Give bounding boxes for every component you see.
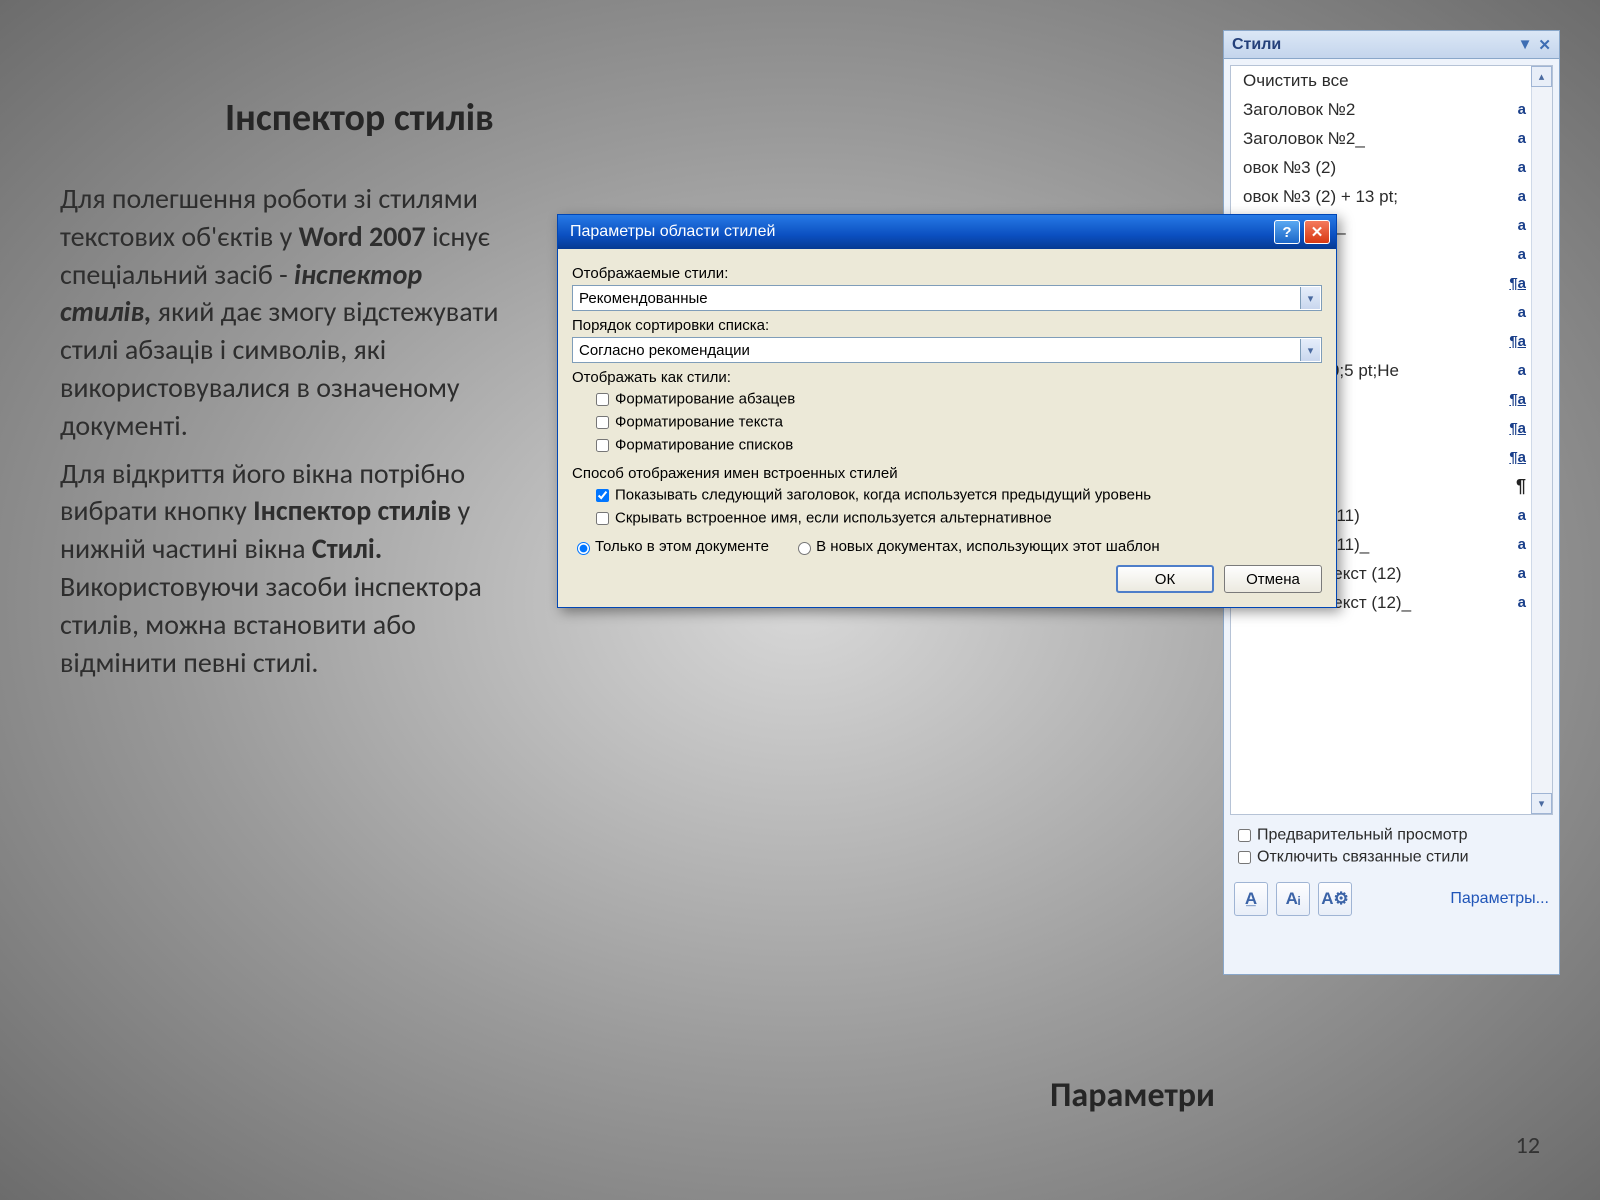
style-type-icon: ¶a	[1502, 333, 1526, 350]
parameters-label: Параметри	[1050, 1075, 1215, 1116]
style-area-options-dialog: Параметры области стилей ? ✕ Отображаемы…	[557, 214, 1337, 608]
para-formatting-label: Форматирование абзацев	[615, 390, 795, 407]
dialog-body: Отображаемые стили: Рекомендованные ▾ По…	[558, 249, 1336, 607]
style-type-icon: ¶a	[1502, 391, 1526, 408]
style-type-icon: a	[1502, 507, 1526, 524]
styles-pane-title-bar[interactable]: Стили ▼ ✕	[1224, 31, 1559, 59]
text-formatting-label: Форматирование текста	[615, 413, 783, 430]
style-item-label: Заголовок №2	[1243, 100, 1502, 120]
ok-button[interactable]: ОК	[1116, 565, 1214, 593]
style-type-icon: a	[1502, 362, 1526, 379]
close-button[interactable]: ✕	[1304, 220, 1330, 244]
style-list-item[interactable]: овок №3 (2)a	[1231, 153, 1552, 182]
p1b: Word 2007	[299, 219, 426, 254]
preview-checkbox-label: Предварительный просмотр	[1257, 827, 1467, 844]
style-type-icon: ¶a	[1502, 275, 1526, 292]
dialog-title-bar[interactable]: Параметры области стилей ? ✕	[558, 215, 1336, 249]
slide-title: Інспектор стилів	[225, 95, 494, 141]
style-list-item[interactable]: Заголовок №2a	[1231, 95, 1552, 124]
show-as-styles-label: Отображать как стили:	[572, 369, 1322, 386]
style-type-icon: a	[1502, 217, 1526, 234]
preview-checkbox[interactable]: Предварительный просмотр	[1234, 826, 1549, 845]
style-type-icon: a	[1502, 101, 1526, 118]
style-item-label: Очистить все	[1243, 71, 1526, 91]
help-button[interactable]: ?	[1274, 220, 1300, 244]
styles-pane-title: Стили	[1232, 36, 1281, 54]
this-document-radio[interactable]: Только в этом документе	[572, 538, 769, 555]
style-type-icon: ¶a	[1502, 420, 1526, 437]
para-formatting-checkbox[interactable]: Форматирование абзацев	[592, 390, 1322, 409]
style-item-label: овок №3 (2)	[1243, 158, 1502, 178]
builtin-names-label: Способ отображения имен встроенных стиле…	[572, 465, 1322, 482]
styles-pane-footer: Предварительный просмотр Отключить связа…	[1224, 815, 1559, 876]
cancel-button[interactable]: Отмена	[1224, 565, 1322, 593]
list-formatting-checkbox[interactable]: Форматирование списков	[592, 436, 1322, 455]
style-type-icon: a	[1502, 130, 1526, 147]
style-item-label: овок №3 (2) + 13 pt;	[1243, 187, 1502, 207]
options-link[interactable]: Параметры...	[1450, 890, 1549, 908]
style-list-item[interactable]: Заголовок №2_a	[1231, 124, 1552, 153]
chevron-down-icon: ▾	[1300, 287, 1320, 309]
show-styles-value: Рекомендованные	[579, 290, 708, 307]
this-document-radio-label: Только в этом документе	[595, 538, 769, 555]
slide-body: Для полегшення роботи зі стилями текстов…	[60, 180, 510, 681]
sort-order-label: Порядок сортировки списка:	[572, 317, 1322, 334]
sort-order-select[interactable]: Согласно рекомендации ▾	[572, 337, 1322, 363]
new-documents-radio[interactable]: В новых документах, использующих этот ша…	[793, 538, 1160, 555]
style-type-icon: ¶	[1502, 476, 1526, 497]
style-type-icon: ¶a	[1502, 449, 1526, 466]
styles-pane-buttons: A̲ Aᵢ A⚙ Параметры...	[1224, 876, 1559, 924]
style-inspector-button[interactable]: Aᵢ	[1276, 882, 1310, 916]
dropdown-icon[interactable]: ▼	[1518, 36, 1533, 53]
scroll-down-button[interactable]: ▾	[1531, 793, 1552, 814]
slide-number: 12	[1516, 1131, 1540, 1160]
style-type-icon: a	[1502, 188, 1526, 205]
list-formatting-label: Форматирование списков	[615, 436, 793, 453]
hide-builtin-name-label: Скрывать встроенное имя, если использует…	[615, 509, 1052, 526]
dialog-title: Параметры области стилей	[570, 223, 775, 241]
show-styles-label: Отображаемые стили:	[572, 265, 1322, 282]
style-type-icon: a	[1502, 159, 1526, 176]
style-list-item[interactable]: Очистить все	[1231, 66, 1552, 95]
show-next-heading-label: Показывать следующий заголовок, когда ис…	[615, 486, 1151, 503]
style-type-icon: a	[1502, 594, 1526, 611]
sort-order-value: Согласно рекомендации	[579, 342, 750, 359]
scope-radio-group: Только в этом документе В новых документ…	[572, 538, 1322, 555]
chevron-down-icon: ▾	[1300, 339, 1320, 361]
manage-styles-button[interactable]: A⚙	[1318, 882, 1352, 916]
hide-builtin-name-checkbox[interactable]: Скрывать встроенное имя, если использует…	[592, 509, 1322, 528]
close-icon[interactable]: ✕	[1538, 36, 1551, 54]
style-type-icon: a	[1502, 246, 1526, 263]
style-item-label: Заголовок №2_	[1243, 129, 1502, 149]
new-documents-radio-label: В новых документах, использующих этот ша…	[816, 538, 1160, 555]
style-type-icon: a	[1502, 536, 1526, 553]
disable-linked-checkbox-label: Отключить связанные стили	[1257, 849, 1469, 866]
new-style-button[interactable]: A̲	[1234, 882, 1268, 916]
scroll-up-button[interactable]: ▴	[1531, 66, 1552, 87]
show-next-heading-checkbox[interactable]: Показывать следующий заголовок, когда ис…	[592, 486, 1322, 505]
text-formatting-checkbox[interactable]: Форматирование текста	[592, 413, 1322, 432]
p2d: Стилі.	[312, 531, 382, 566]
style-type-icon: a	[1502, 304, 1526, 321]
p2e: Використовуючи засоби інспектора стилів,…	[60, 569, 482, 680]
disable-linked-checkbox[interactable]: Отключить связанные стили	[1234, 848, 1549, 867]
p2b: Інспектор стилів	[253, 493, 451, 528]
style-type-icon: a	[1502, 565, 1526, 582]
show-styles-select[interactable]: Рекомендованные ▾	[572, 285, 1322, 311]
scroll-track[interactable]	[1531, 87, 1552, 793]
style-list-item[interactable]: овок №3 (2) + 13 pt;a	[1231, 182, 1552, 211]
